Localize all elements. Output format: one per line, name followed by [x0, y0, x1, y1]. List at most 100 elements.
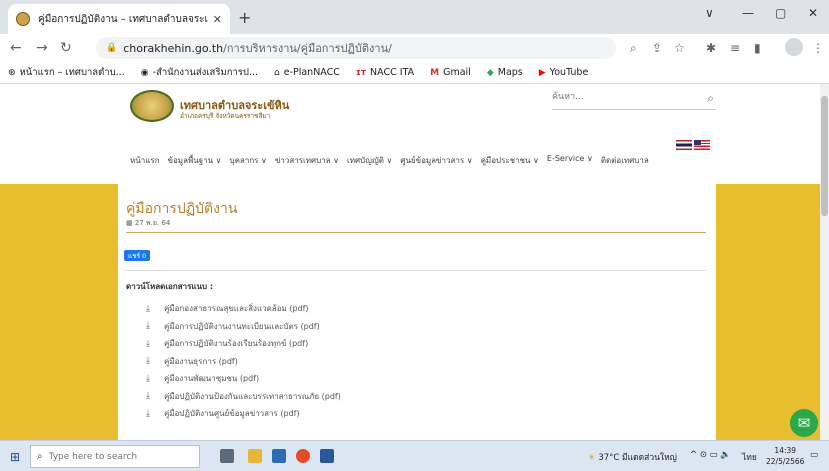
bookmark-item[interactable]: ◉ -สำนักงานส่งเสริมการป...	[141, 65, 258, 80]
search-icon[interactable]: ⌕	[707, 91, 714, 106]
url-text: chorakhehin.go.th/การบริหารงาน/คู่มือการ…	[123, 42, 392, 55]
tab-title: คู่มือการปฏิบัติงาน – เทศบาลตำบลจระเ	[38, 13, 208, 25]
menu-kebab-icon[interactable]: ⋮	[812, 41, 824, 55]
bookmark-item[interactable]: ▶ YouTube	[539, 67, 589, 78]
new-tab-button[interactable]: +	[238, 8, 251, 27]
download-icon: ⤓	[146, 373, 150, 384]
download-icon: ⤓	[146, 391, 150, 402]
article-date: ▦ 27 พ.ย. 64	[126, 219, 171, 227]
nav-eservice[interactable]: E-Service ∨	[547, 154, 593, 167]
office-icon: ◉	[140, 67, 149, 78]
site-subtitle: อำเภอครบุรี จังหวัดนครราชสีมา	[180, 112, 271, 120]
address-bar[interactable]: 🔒 chorakhehin.go.th/การบริหารงาน/คู่มือก…	[96, 37, 616, 59]
scroll-thumb[interactable]	[821, 96, 828, 216]
english-flag-icon[interactable]	[694, 140, 710, 150]
nav-home[interactable]: หน้าแรก	[130, 154, 160, 167]
bookmark-star-icon[interactable]: ☆	[674, 41, 685, 55]
thai-flag-icon[interactable]	[676, 140, 692, 150]
notification-icon[interactable]: ▭	[810, 450, 818, 460]
ita-icon: ɪᴛ	[355, 67, 367, 78]
task-view-icon[interactable]	[220, 449, 234, 463]
download-item[interactable]: ⤓ คู่มืองานพัฒนาชุมชน (pdf)	[146, 370, 341, 388]
bookmark-item[interactable]: ◆ Maps	[487, 67, 523, 78]
browser-tabstrip: คู่มือการปฏิบัติงาน – เทศบาลตำบลจระเ ✕ +…	[0, 0, 829, 34]
browser-toolbar: ← → ↻ 🔒 chorakhehin.go.th/การบริหารงาน/ค…	[0, 34, 829, 62]
tray-icons[interactable]: ^ ⊙ ▭ 🔈	[690, 450, 731, 460]
nav-basic-info[interactable]: ข้อมูลพื้นฐาน ∨	[168, 154, 222, 167]
site-header: เทศบาลตำบลจระเข้หิน อำเภอครบุรี จังหวัดน…	[0, 84, 820, 184]
zoom-icon[interactable]: ⌕	[630, 41, 637, 56]
divider	[126, 270, 706, 271]
download-icon: ⤓	[146, 303, 150, 314]
download-icon: ⤓	[146, 338, 150, 349]
nav-contact[interactable]: ติดต่อเทศบาล	[601, 154, 649, 167]
bookmark-item[interactable]: ⌂ e-PlanNACC	[274, 67, 340, 78]
reload-icon[interactable]: ↻	[60, 40, 72, 56]
page-viewport: เทศบาลตำบลจระเข้หิน อำเภอครบุรี จังหวัดน…	[0, 84, 820, 440]
municipal-seal-logo[interactable]	[130, 90, 174, 122]
sun-icon: ☀	[588, 453, 596, 463]
extensions-icon[interactable]: ✱	[706, 41, 716, 55]
nav-ordinances[interactable]: เทศบัญญัติ ∨	[347, 154, 392, 167]
back-arrow-icon[interactable]: ←	[10, 40, 22, 56]
calendar-icon: ▦	[126, 219, 133, 227]
reading-list-icon[interactable]: ≡	[730, 41, 740, 55]
maximize-button[interactable]: ▢	[775, 6, 786, 20]
page-title: คู่มือการปฏิบัติงาน	[126, 201, 238, 217]
word-icon[interactable]	[320, 449, 334, 463]
tab-close-icon[interactable]: ✕	[213, 13, 222, 26]
house-icon: ⌂	[274, 67, 280, 78]
windows-taskbar: ⊞ ⌕ ☀ 37°C มีแดดส่วนใหญ่ ^ ⊙ ▭ 🔈 ไทย 14:…	[0, 440, 829, 471]
file-explorer-icon[interactable]	[248, 449, 262, 463]
minimize-button[interactable]: —	[742, 6, 754, 20]
nav-citizen-guide[interactable]: คู่มือประชาชน ∨	[481, 154, 539, 167]
bookmarks-bar: ⊛ หน้าแรก – เทศบาลตำบ... ◉ -สำนักงานส่งเสร…	[0, 62, 829, 84]
tab-active[interactable]: คู่มือการปฏิบัติงาน – เทศบาลตำบลจระเ ✕	[8, 4, 230, 34]
download-item[interactable]: ⤓ คู่มือปฏิบัติงานป้องกันและบรรเทาสาธารณภ…	[146, 388, 341, 406]
input-language[interactable]: ไทย	[742, 450, 757, 464]
nav-news[interactable]: ข่าวสารเทศบาล ∨	[275, 154, 339, 167]
download-icon: ⤓	[146, 356, 150, 367]
messenger-chat-icon[interactable]: ✉	[790, 409, 818, 437]
download-item[interactable]: ⤓ คู่มือการปฏิบัติงานร้องเรียนร้องทุกข์ (…	[146, 335, 341, 353]
gmail-icon: M	[430, 67, 440, 78]
taskbar-search-input[interactable]	[48, 451, 179, 462]
bookmark-item[interactable]: ɪᴛ NACC ITA	[356, 67, 414, 78]
article-card: คู่มือการปฏิบัติงาน ▦ 27 พ.ย. 64 แชร์ 0 …	[118, 184, 716, 440]
downloads-list: ⤓ คู่มือกองสาธารณสุขและสิ่งแวดล้อม (pdf) …	[146, 300, 341, 423]
download-item[interactable]: ⤓ คู่มืองานธุรการ (pdf)	[146, 353, 341, 371]
forward-arrow-icon[interactable]: →	[36, 40, 48, 56]
main-nav: หน้าแรก ข้อมูลพื้นฐาน ∨ บุคลากร ∨ ข่าวสา…	[130, 154, 657, 167]
site-favicon-icon	[16, 12, 30, 26]
weather-status[interactable]: ☀ 37°C มีแดดส่วนใหญ่	[588, 450, 677, 464]
site-search: ⌕	[552, 90, 716, 110]
site-search-input[interactable]	[552, 90, 692, 102]
side-panel-icon[interactable]: ▮	[754, 41, 761, 55]
windows-start-icon[interactable]: ⊞	[10, 450, 20, 464]
nav-personnel[interactable]: บุคลากร ∨	[230, 154, 267, 167]
taskbar-search: ⌕	[30, 445, 200, 468]
download-item[interactable]: ⤓ คู่มือการปฏิบัติงานงานทะเบียนและบัตร (p…	[146, 318, 341, 336]
divider	[126, 232, 706, 233]
youtube-icon: ▶	[538, 67, 546, 78]
nav-info-center[interactable]: ศูนย์ข้อมูลข่าวสาร ∨	[400, 154, 472, 167]
tab-search-icon[interactable]: ∨	[705, 6, 714, 20]
mail-app-icon[interactable]	[272, 449, 286, 463]
maps-icon: ◆	[486, 67, 494, 78]
facebook-share-button[interactable]: แชร์ 0	[124, 250, 151, 261]
chrome-icon[interactable]	[296, 449, 310, 463]
downloads-heading: ดาวน์โหลดเอกสารแนบ :	[126, 282, 214, 291]
share-page-icon[interactable]: ⇪	[652, 41, 662, 55]
download-icon: ⤓	[146, 321, 150, 332]
system-clock[interactable]: 14:39 22/5/2566	[766, 445, 804, 467]
download-item[interactable]: ⤓ คู่มือปฏิบัติงานศูนย์ข้อมูลข่าวสาร (pdf…	[146, 405, 341, 423]
profile-avatar[interactable]	[785, 38, 803, 56]
close-window-button[interactable]: ✕	[808, 6, 818, 20]
lock-icon: 🔒	[106, 43, 118, 53]
bookmark-item[interactable]: M Gmail	[430, 67, 471, 78]
bookmark-item[interactable]: ⊛ หน้าแรก – เทศบาลตำบ...	[8, 65, 125, 80]
download-icon: ⤓	[146, 408, 150, 419]
download-item[interactable]: ⤓ คู่มือกองสาธารณสุขและสิ่งแวดล้อม (pdf)	[146, 300, 341, 318]
page-scrollbar[interactable]	[820, 84, 829, 440]
seal-icon: ⊛	[8, 67, 16, 78]
